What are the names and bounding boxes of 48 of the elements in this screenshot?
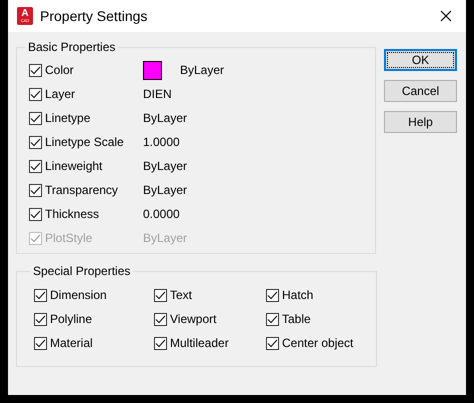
property-value: ByLayer (143, 231, 188, 245)
checkbox-label: Table (282, 312, 311, 326)
group-title: Basic Properties (27, 40, 116, 54)
property-value: 1.0000 (143, 135, 180, 149)
checkbox-label: Text (170, 288, 192, 302)
dialog-button[interactable]: Cancel (384, 80, 457, 102)
checkbox[interactable] (266, 312, 279, 326)
property-value: ByLayer (143, 159, 188, 173)
dialog-button[interactable]: Help (384, 111, 457, 133)
checkbox-label: Viewport (170, 312, 216, 326)
checkbox-label: Material (50, 336, 93, 350)
checkbox-label: Color (45, 63, 74, 77)
checkbox[interactable] (34, 336, 47, 350)
checkbox[interactable] (29, 160, 42, 172)
checkbox-label: Hatch (282, 288, 314, 302)
property-value: 0.0000 (143, 207, 180, 221)
group-title: Special Properties (32, 264, 132, 278)
checkbox-label: Layer (45, 87, 76, 101)
checkbox-label: Center object (282, 336, 354, 350)
checkbox-label: Thickness (45, 207, 100, 221)
checkbox-label: Multileader (170, 336, 229, 350)
close-icon[interactable] (440, 10, 452, 22)
checkbox[interactable] (29, 112, 42, 124)
checkbox[interactable] (266, 288, 279, 302)
checkbox-label: Dimension (50, 288, 107, 302)
window-title: Property Settings (40, 8, 148, 24)
checkbox-label: Linetype (45, 111, 90, 125)
checkbox[interactable] (154, 288, 167, 302)
property-value: ByLayer (143, 183, 188, 197)
checkbox[interactable] (34, 288, 47, 302)
checkbox-label: Lineweight (45, 159, 102, 173)
property-value: ByLayer (143, 111, 188, 125)
checkbox-label: Transparency (45, 183, 118, 197)
checkbox[interactable] (154, 312, 167, 326)
property-value: ByLayer (180, 63, 224, 77)
checkbox[interactable] (29, 208, 42, 220)
checkbox[interactable] (29, 88, 42, 100)
checkbox-label: Polyline (50, 312, 92, 326)
property-value: DIEN (143, 87, 172, 101)
checkbox[interactable] (34, 312, 47, 326)
checkbox[interactable] (29, 64, 42, 76)
checkbox[interactable] (29, 184, 42, 196)
checkbox-label: PlotStyle (45, 231, 92, 245)
checkbox-label: Linetype Scale (45, 135, 124, 149)
dialog-button[interactable]: OK (384, 49, 457, 71)
checkbox[interactable] (29, 136, 42, 148)
checkbox[interactable] (154, 336, 167, 350)
checkbox[interactable] (266, 336, 279, 350)
